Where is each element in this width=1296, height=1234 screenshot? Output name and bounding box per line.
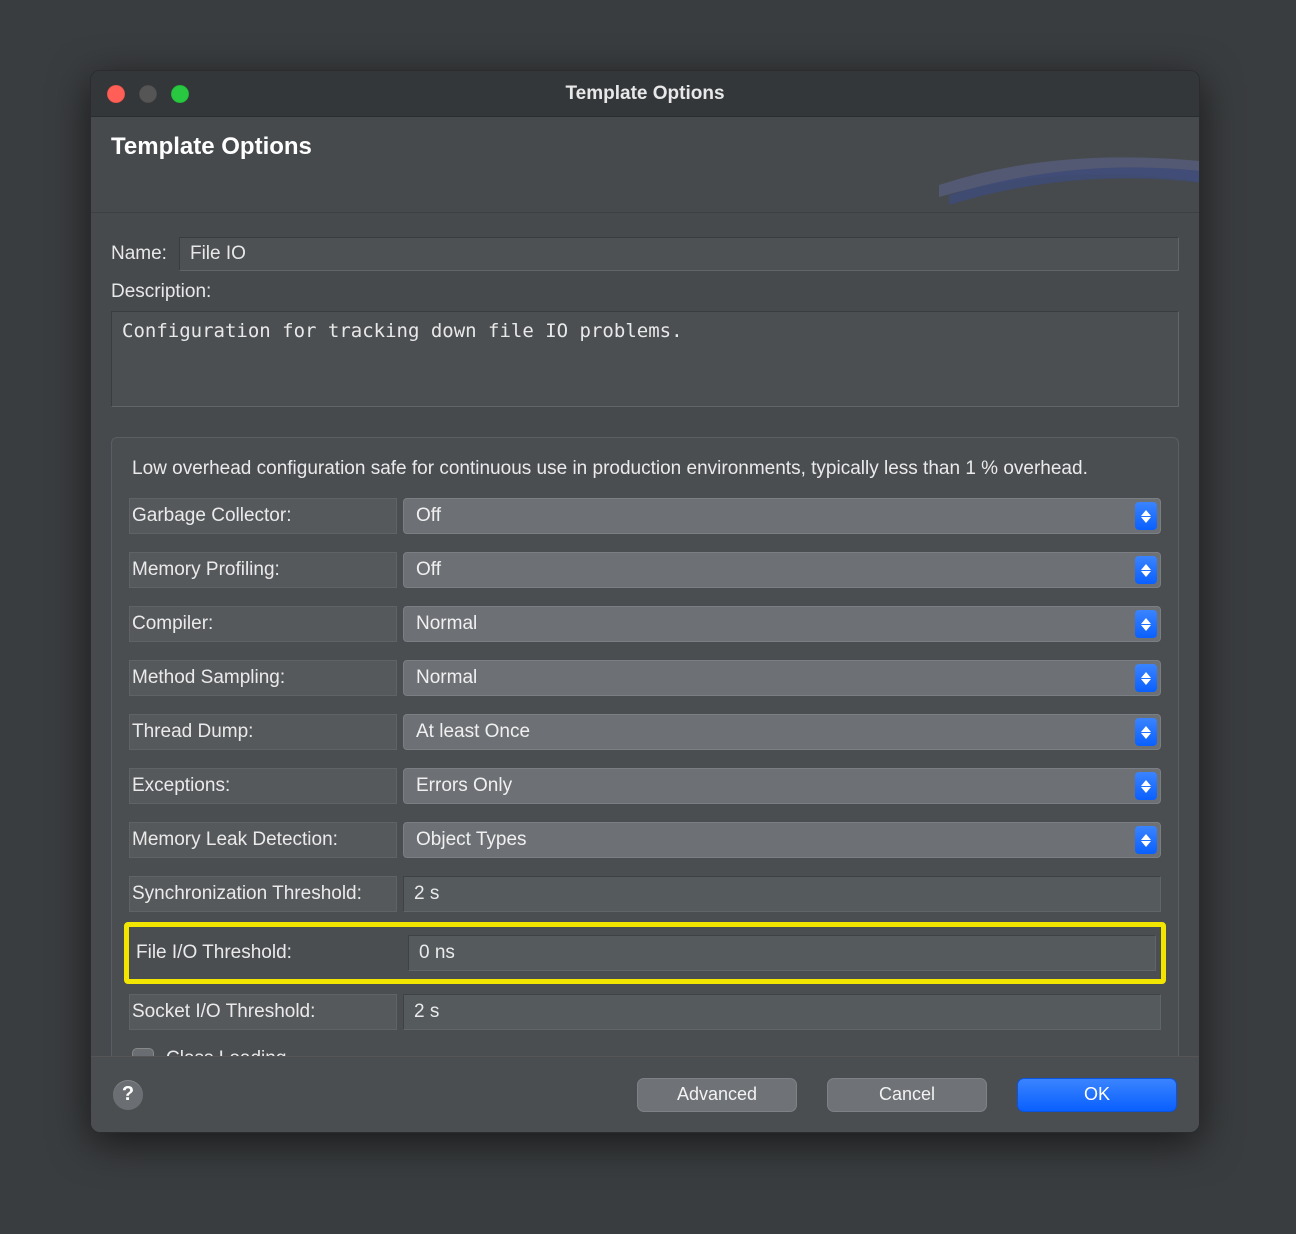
close-window-icon[interactable] xyxy=(107,85,125,103)
option-label: Exceptions: xyxy=(129,768,397,804)
ok-button[interactable]: OK xyxy=(1017,1078,1177,1112)
option-row-sync-threshold: Synchronization Threshold: xyxy=(129,876,1161,912)
option-label: Memory Leak Detection: xyxy=(129,822,397,858)
thread-dump-select[interactable]: At least Once xyxy=(403,714,1161,750)
option-label: Compiler: xyxy=(129,606,397,642)
select-stepper-icon xyxy=(1135,502,1157,530)
method-sampling-select[interactable]: Normal xyxy=(403,660,1161,696)
select-value: Errors Only xyxy=(416,775,512,797)
button-label: Advanced xyxy=(677,1084,757,1105)
file-io-highlight: File I/O Threshold: xyxy=(124,922,1166,984)
option-label: Thread Dump: xyxy=(129,714,397,750)
option-label: Method Sampling: xyxy=(129,660,397,696)
select-value: Object Types xyxy=(416,829,527,851)
option-row-file-io: File I/O Threshold: xyxy=(134,935,1156,971)
select-value: Normal xyxy=(416,613,477,635)
option-label: Memory Profiling: xyxy=(129,552,397,588)
help-button[interactable]: ? xyxy=(113,1080,143,1110)
select-stepper-icon xyxy=(1135,556,1157,584)
option-row-memory-profiling: Memory Profiling: Off xyxy=(129,552,1161,588)
option-label: Synchronization Threshold: xyxy=(129,876,397,912)
select-stepper-icon xyxy=(1135,664,1157,692)
window-controls xyxy=(107,85,189,103)
select-value: Off xyxy=(416,559,441,581)
option-row-compiler: Compiler: Normal xyxy=(129,606,1161,642)
dialog-header: Template Options xyxy=(91,117,1199,213)
dialog-body: Name: Description: Low overhead configur… xyxy=(91,213,1199,1097)
zoom-window-icon[interactable] xyxy=(171,85,189,103)
titlebar: Template Options xyxy=(91,71,1199,117)
select-stepper-icon xyxy=(1135,718,1157,746)
option-label: Garbage Collector: xyxy=(129,498,397,534)
sync-threshold-input[interactable] xyxy=(403,876,1161,912)
name-row: Name: xyxy=(111,237,1179,271)
memory-profiling-select[interactable]: Off xyxy=(403,552,1161,588)
memory-leak-select[interactable]: Object Types xyxy=(403,822,1161,858)
option-label: File I/O Threshold: xyxy=(134,935,402,971)
exceptions-select[interactable]: Errors Only xyxy=(403,768,1161,804)
option-row-exceptions: Exceptions: Errors Only xyxy=(129,768,1161,804)
advanced-button[interactable]: Advanced xyxy=(637,1078,797,1112)
dialog-subtitle: Template Options xyxy=(111,133,312,161)
name-input[interactable] xyxy=(179,237,1179,271)
option-row-gc: Garbage Collector: Off xyxy=(129,498,1161,534)
dialog-footer: ? Advanced Cancel OK xyxy=(91,1056,1199,1132)
name-label: Name: xyxy=(111,243,167,265)
select-stepper-icon xyxy=(1135,610,1157,638)
socket-io-threshold-input[interactable] xyxy=(403,994,1161,1030)
overhead-note: Low overhead configuration safe for cont… xyxy=(132,458,1158,480)
option-row-thread-dump: Thread Dump: At least Once xyxy=(129,714,1161,750)
decorative-swoosh xyxy=(939,135,1199,205)
select-value: Off xyxy=(416,505,441,527)
file-io-threshold-input[interactable] xyxy=(408,935,1156,971)
select-stepper-icon xyxy=(1135,772,1157,800)
minimize-window-icon xyxy=(139,85,157,103)
option-row-socket-io: Socket I/O Threshold: xyxy=(129,994,1161,1030)
gc-select[interactable]: Off xyxy=(403,498,1161,534)
window-title: Template Options xyxy=(91,83,1199,105)
option-row-method-sampling: Method Sampling: Normal xyxy=(129,660,1161,696)
select-value: At least Once xyxy=(416,721,530,743)
dialog-window: Template Options Template Options Name: … xyxy=(90,70,1200,1133)
description-row: Description: xyxy=(111,281,1179,413)
description-label: Description: xyxy=(111,281,1179,303)
description-textarea[interactable] xyxy=(111,311,1179,407)
button-label: Cancel xyxy=(879,1084,935,1105)
button-label: OK xyxy=(1084,1084,1110,1105)
help-icon: ? xyxy=(122,1083,134,1106)
select-value: Normal xyxy=(416,667,477,689)
compiler-select[interactable]: Normal xyxy=(403,606,1161,642)
option-label: Socket I/O Threshold: xyxy=(129,994,397,1030)
options-panel: Low overhead configuration safe for cont… xyxy=(111,437,1179,1087)
select-stepper-icon xyxy=(1135,826,1157,854)
cancel-button[interactable]: Cancel xyxy=(827,1078,987,1112)
option-row-memory-leak: Memory Leak Detection: Object Types xyxy=(129,822,1161,858)
